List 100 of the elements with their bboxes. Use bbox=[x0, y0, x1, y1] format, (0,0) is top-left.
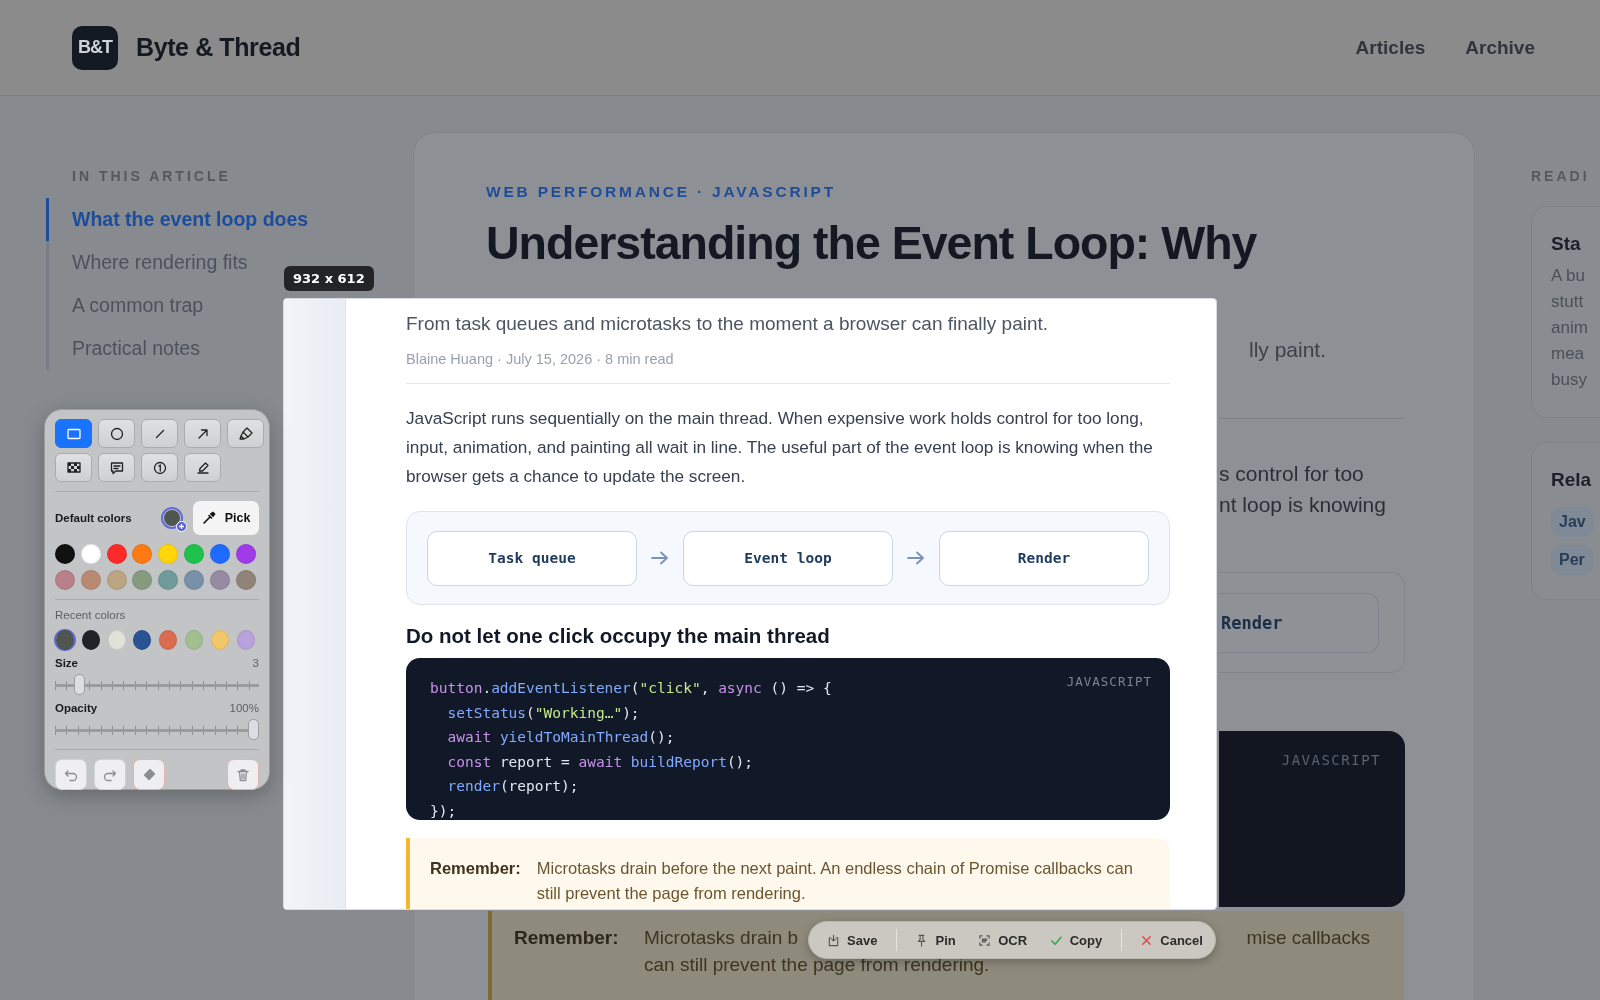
close-icon bbox=[1140, 933, 1154, 947]
pin-button[interactable]: Pin bbox=[911, 930, 960, 950]
number-icon bbox=[151, 459, 168, 476]
slider-thumb[interactable] bbox=[74, 674, 86, 695]
color-swatch[interactable] bbox=[184, 570, 204, 590]
slider-label: Size bbox=[55, 657, 78, 669]
arrow-icon bbox=[907, 551, 925, 565]
section-heading: Do not let one click occupy the main thread bbox=[406, 624, 831, 648]
circle-tool-button[interactable] bbox=[98, 419, 135, 448]
recent-color-swatch[interactable] bbox=[54, 629, 76, 651]
pen-tool-button[interactable] bbox=[184, 453, 221, 482]
cancel-button[interactable]: Cancel bbox=[1136, 930, 1207, 950]
callout-text: can still prevent the page from rendering. bbox=[644, 954, 991, 976]
pick-color-button[interactable]: Pick bbox=[193, 501, 259, 535]
flow-step: Event loop bbox=[683, 530, 893, 586]
tag-chip[interactable]: Per bbox=[1551, 545, 1593, 575]
color-swatch[interactable] bbox=[132, 570, 153, 590]
card-text: A bu bbox=[1551, 265, 1586, 287]
text-tool-button[interactable] bbox=[98, 453, 135, 482]
slider-label: Opacity bbox=[55, 702, 98, 714]
article-title: Understanding the Event Loop: Why bbox=[486, 217, 1258, 269]
color-swatch[interactable] bbox=[132, 544, 153, 564]
color-swatch[interactable] bbox=[235, 570, 256, 590]
code-language: JAVASCRIPT bbox=[1281, 752, 1381, 768]
trash-icon bbox=[235, 766, 251, 783]
article-meta: Blaine Huang · July 15, 2026 · 8 min read bbox=[406, 351, 675, 367]
slider-thumb[interactable] bbox=[248, 719, 259, 740]
default-colors-label: Default colors bbox=[55, 512, 132, 524]
card-title: Sta bbox=[1551, 233, 1581, 255]
card-text: mea bbox=[1551, 343, 1585, 365]
circle-icon bbox=[108, 425, 125, 442]
nav-link[interactable]: Articles bbox=[1355, 36, 1426, 59]
speech-bubble-icon bbox=[108, 459, 125, 476]
color-swatch[interactable] bbox=[209, 570, 230, 590]
text-scan-icon bbox=[978, 933, 992, 947]
callout-text: Microtasks drain b bbox=[644, 927, 799, 949]
capture-selection[interactable] bbox=[283, 298, 1217, 910]
color-swatch[interactable] bbox=[106, 544, 127, 564]
redo-button[interactable] bbox=[94, 759, 126, 790]
color-swatch[interactable] bbox=[235, 544, 256, 564]
color-swatch[interactable] bbox=[55, 544, 75, 564]
code-line: render(report); bbox=[446, 777, 579, 797]
subtitle-text: lly paint. bbox=[1249, 338, 1328, 362]
nav-link[interactable]: Archive bbox=[1465, 36, 1535, 59]
subtitle-text: From task queues and microtasks to the moment a browser can finally paint. bbox=[406, 313, 1050, 335]
undo-button[interactable] bbox=[55, 759, 87, 790]
callout-text: mise callbacks bbox=[1246, 927, 1370, 949]
body-text: s control for too bbox=[1219, 461, 1365, 487]
color-swatch[interactable] bbox=[80, 570, 101, 590]
color-swatch[interactable] bbox=[80, 544, 101, 564]
eyedropper-icon bbox=[201, 511, 216, 525]
size-label: 932 x 612 bbox=[284, 266, 374, 291]
body-text: nt loop is knowing bbox=[1219, 492, 1387, 518]
recent-colors-label: Recent colors bbox=[55, 609, 127, 621]
color-swatch[interactable] bbox=[106, 570, 127, 590]
eraser-button[interactable] bbox=[133, 759, 165, 790]
code-line: const report = await buildReport(); bbox=[446, 752, 754, 772]
color-swatch[interactable] bbox=[55, 570, 75, 590]
counter-tool-button[interactable] bbox=[141, 453, 178, 482]
line-tool-button[interactable] bbox=[141, 419, 178, 448]
color-swatch[interactable] bbox=[158, 544, 179, 564]
callout-label: Remember: bbox=[514, 927, 620, 949]
code-line: await yieldToMainThread(); bbox=[446, 728, 675, 748]
arrow-icon bbox=[651, 551, 669, 565]
marker-tool-button[interactable] bbox=[227, 419, 264, 448]
marker-icon bbox=[237, 425, 254, 442]
color-swatch[interactable] bbox=[158, 570, 179, 590]
mosaic-icon bbox=[65, 459, 82, 476]
slider-value: 100% bbox=[229, 702, 259, 714]
recent-color-swatch[interactable] bbox=[183, 629, 205, 651]
trash-button[interactable] bbox=[227, 759, 259, 790]
site-name[interactable]: Byte & Thread bbox=[136, 33, 301, 62]
arrow-tool-button[interactable] bbox=[184, 419, 221, 448]
copy-button[interactable]: Copy bbox=[1045, 930, 1107, 950]
callout-label: Remember: bbox=[430, 858, 521, 879]
ocr-button[interactable]: OCR bbox=[974, 930, 1032, 950]
color-swatch[interactable] bbox=[184, 544, 204, 564]
code-line: }); bbox=[430, 801, 457, 820]
code-language: JAVASCRIPT bbox=[1066, 674, 1152, 689]
body-paragraph: JavaScript runs sequentially on the main thread. When expensive work holds control for too long, input, animation, and painting all wait in line. The useful part of the event loop is knowing when the browser gets a chance to update the screen. bbox=[406, 407, 1154, 488]
mosaic-tool-button[interactable] bbox=[55, 453, 92, 482]
flow-step: Task queue bbox=[427, 530, 637, 586]
slider-value: 3 bbox=[252, 657, 259, 669]
card-text: stutt bbox=[1551, 291, 1584, 313]
eraser-icon bbox=[141, 766, 157, 783]
flow-step: Render bbox=[939, 530, 1149, 586]
tag-chip[interactable]: Jav bbox=[1551, 507, 1594, 537]
card-title: Rela bbox=[1551, 469, 1592, 491]
card-text: anim bbox=[1551, 317, 1588, 339]
code-line: setStatus("Working…"); bbox=[446, 703, 640, 723]
article-category: WEB PERFORMANCE · JAVASCRIPT bbox=[486, 183, 837, 201]
flow-step: Render bbox=[1219, 593, 1379, 653]
color-swatch[interactable] bbox=[209, 544, 230, 564]
save-button[interactable]: Save bbox=[823, 930, 882, 950]
card-text: busy bbox=[1551, 369, 1587, 391]
save-icon bbox=[827, 933, 840, 947]
rectangle-tool-button[interactable] bbox=[55, 419, 92, 448]
logo-mark[interactable]: B&T bbox=[72, 25, 118, 70]
callout-text: Microtasks drain before the next paint. An endless chain of Promise callbacks can still prevent the page from rendering. bbox=[536, 858, 1134, 904]
code-line: button.addEventListener("click", async () => { bbox=[430, 679, 832, 698]
